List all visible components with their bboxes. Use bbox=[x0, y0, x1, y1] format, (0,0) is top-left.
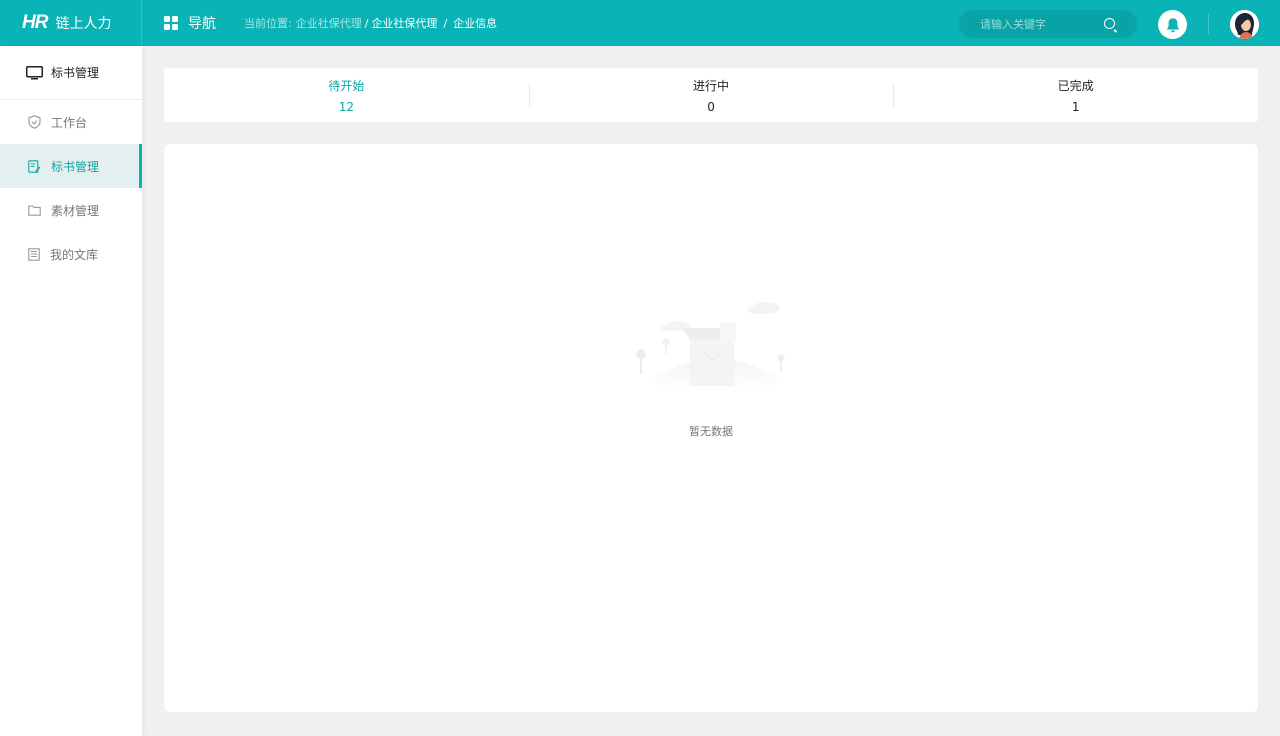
grid-icon bbox=[164, 16, 178, 30]
breadcrumb-separator: / bbox=[364, 16, 369, 30]
avatar[interactable] bbox=[1230, 10, 1259, 39]
shield-icon bbox=[28, 115, 41, 129]
status-count: 0 bbox=[707, 99, 715, 114]
status-tab-completed[interactable]: 已完成 1 bbox=[893, 68, 1258, 122]
search-input[interactable] bbox=[980, 17, 1100, 31]
sidebar-header: 标书管理 bbox=[0, 46, 142, 100]
user-avatar-icon bbox=[1230, 10, 1259, 39]
search-box bbox=[959, 10, 1137, 38]
sidebar: 标书管理 工作台 标书管理 素材管理 我的文库 bbox=[0, 46, 142, 736]
sidebar-item-workbench[interactable]: 工作台 bbox=[0, 100, 142, 144]
sidebar-item-label: 素材管理 bbox=[51, 203, 100, 218]
logo-text: 链上人力 bbox=[55, 16, 112, 32]
empty-box-illustration bbox=[621, 302, 811, 404]
edit-doc-icon bbox=[28, 159, 41, 173]
monitor-icon bbox=[26, 65, 43, 79]
sidebar-item-label: 标书管理 bbox=[51, 159, 100, 174]
bell-icon bbox=[1166, 17, 1179, 32]
sidebar-item-materials[interactable]: 素材管理 bbox=[0, 188, 142, 232]
breadcrumb-separator: / bbox=[443, 16, 448, 30]
status-tab-in-progress[interactable]: 进行中 0 bbox=[528, 68, 894, 122]
status-label: 待开始 bbox=[328, 78, 365, 93]
search-icon[interactable] bbox=[1104, 18, 1115, 29]
status-count: 12 bbox=[338, 99, 354, 114]
breadcrumb-item-2[interactable]: 企业社保代理 bbox=[371, 15, 437, 31]
notification-button[interactable] bbox=[1158, 10, 1187, 39]
top-header: HR 链上人力 导航 当前位置: 企业社保代理 / 企业社保代理 / 企业信息 bbox=[0, 0, 1280, 46]
status-summary: 待开始 12 进行中 0 已完成 1 bbox=[164, 68, 1258, 122]
status-count: 1 bbox=[1071, 99, 1080, 114]
navigation-button[interactable]: 导航 bbox=[164, 13, 216, 33]
sidebar-menu: 工作台 标书管理 素材管理 我的文库 bbox=[0, 100, 142, 276]
sidebar-title: 标书管理 bbox=[51, 66, 100, 80]
breadcrumb: 当前位置: 企业社保代理 / 企业社保代理 / 企业信息 bbox=[244, 15, 497, 31]
sidebar-item-my-library[interactable]: 我的文库 bbox=[0, 232, 142, 276]
navigation-label: 导航 bbox=[188, 16, 216, 32]
header-divider bbox=[1208, 14, 1209, 34]
logo[interactable]: HR 链上人力 bbox=[0, 0, 142, 46]
document-list-icon bbox=[28, 247, 40, 261]
logo-mark: HR bbox=[22, 12, 48, 33]
sidebar-item-label: 我的文库 bbox=[50, 247, 99, 262]
breadcrumb-item-3[interactable]: 企业信息 bbox=[453, 15, 497, 31]
empty-state-text: 暂无数据 bbox=[689, 425, 733, 438]
status-tab-pending[interactable]: 待开始 12 bbox=[164, 68, 529, 122]
folder-icon bbox=[28, 205, 41, 216]
sidebar-item-bid-management[interactable]: 标书管理 bbox=[0, 144, 142, 188]
sidebar-item-label: 工作台 bbox=[51, 115, 88, 130]
status-label: 进行中 bbox=[693, 78, 730, 93]
status-label: 已完成 bbox=[1057, 78, 1094, 93]
breadcrumb-item-1[interactable]: 企业社保代理 bbox=[296, 15, 362, 31]
breadcrumb-prefix: 当前位置: bbox=[244, 17, 292, 30]
content-panel: 暂无数据 bbox=[164, 144, 1258, 712]
